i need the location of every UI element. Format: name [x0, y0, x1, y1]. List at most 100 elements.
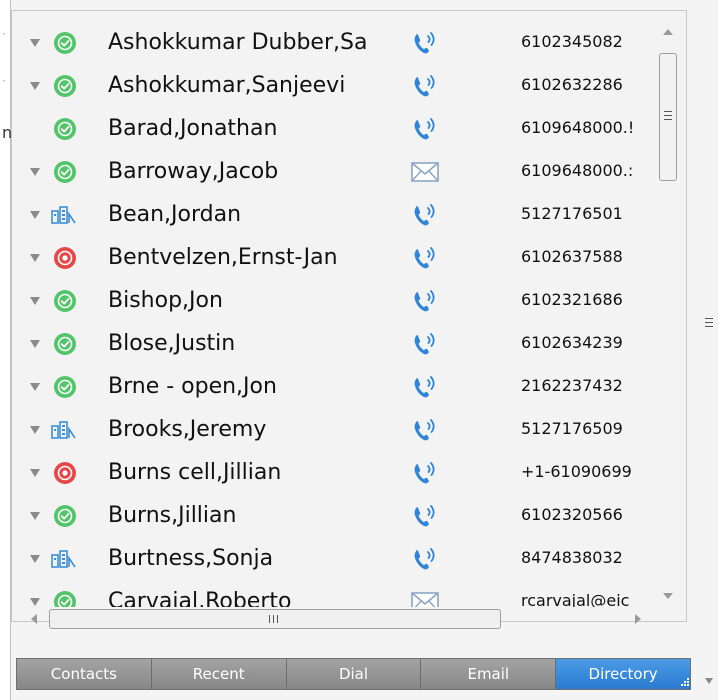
contact-number: 6109648000.! [521, 118, 635, 137]
phone-icon[interactable] [410, 416, 440, 444]
contact-row[interactable]: Ashokkumar Dubber,Sa 6102345082 [12, 21, 668, 64]
do-not-disturb-icon [53, 461, 77, 485]
check-circle-icon [53, 117, 77, 141]
expand-caret-icon[interactable] [30, 555, 40, 563]
vertical-scrollbar[interactable] [657, 21, 679, 606]
contact-number: 6109648000.: [521, 161, 634, 180]
vertical-scroll-thumb[interactable] [659, 53, 677, 181]
contact-name: Burns,Jillian [108, 503, 237, 528]
expand-caret-icon[interactable] [30, 598, 40, 606]
contact-name: Barad,Jonathan [108, 116, 278, 141]
do-not-disturb-icon [53, 246, 77, 270]
resize-grip-icon[interactable] [678, 677, 690, 689]
contact-number: 6102345082 [521, 32, 623, 51]
check-circle-icon [53, 31, 77, 55]
splitter-grip-icon[interactable] [705, 318, 713, 330]
tab-directory[interactable]: Directory [556, 659, 690, 689]
contact-number: 6102634239 [521, 333, 623, 352]
expand-caret-icon[interactable] [30, 469, 40, 477]
expand-caret-icon[interactable] [30, 39, 40, 47]
grip-line [277, 615, 278, 623]
phone-icon[interactable] [410, 330, 440, 358]
check-circle-icon [53, 332, 77, 356]
check-circle-icon [53, 590, 77, 607]
scroll-left-arrow-icon[interactable] [31, 614, 37, 624]
phone-icon[interactable] [410, 502, 440, 530]
scroll-up-arrow-icon[interactable] [663, 29, 673, 35]
expand-caret-icon[interactable] [30, 82, 40, 90]
expand-caret-icon[interactable] [30, 254, 40, 262]
contact-name: Bentvelzen,Ernst-Jan [108, 245, 338, 270]
scroll-down-arrow-icon[interactable] [663, 593, 673, 599]
phone-icon[interactable] [410, 287, 440, 315]
contact-row[interactable]: Burns,Jillian 6102320566 [12, 494, 668, 537]
grip-line [273, 615, 274, 623]
expand-caret-icon[interactable] [30, 512, 40, 520]
contact-row[interactable]: Burtness,Sonja 8474838032 [12, 537, 668, 580]
tab-email[interactable]: Email [421, 659, 557, 689]
background-window-edge [0, 0, 10, 700]
contact-number: 5127176501 [521, 204, 623, 223]
grip-line [269, 615, 270, 623]
contact-name: Blose,Justin [108, 331, 236, 356]
directory-people-icon [50, 203, 76, 227]
contact-name: Bean,Jordan [108, 202, 242, 227]
contact-row[interactable]: Barad,Jonathan 6109648000.! [12, 107, 668, 150]
envelope-icon[interactable] [410, 588, 440, 607]
contact-row[interactable]: Barroway,Jacob 6109648000.: [12, 150, 668, 193]
bottom-tab-bar: Contacts Recent Dial Email Directory [16, 658, 691, 690]
grip-line [664, 119, 672, 120]
contact-name: Brne - open,Jon [108, 374, 277, 399]
contact-row[interactable]: Bean,Jordan 5127176501 [12, 193, 668, 236]
expand-caret-icon[interactable] [30, 383, 40, 391]
contact-row[interactable]: Blose,Justin 6102634239 [12, 322, 668, 365]
contact-number: 6102637588 [521, 247, 623, 266]
contact-row[interactable]: Bentvelzen,Ernst-Jan 6102637588 [12, 236, 668, 279]
contact-row[interactable]: Burns cell,Jillian +1-61090699 [12, 451, 668, 494]
expand-caret-icon[interactable] [30, 168, 40, 176]
phone-icon[interactable] [410, 459, 440, 487]
expand-caret-icon[interactable] [30, 211, 40, 219]
tab-contacts[interactable]: Contacts [17, 659, 152, 689]
contact-number: 5127176509 [521, 419, 623, 438]
contact-row[interactable]: Carvajal,Roberto rcarvajal@eic [12, 580, 668, 607]
phone-icon[interactable] [410, 545, 440, 573]
contact-name: Brooks,Jeremy [108, 417, 267, 442]
expand-caret-icon[interactable] [30, 426, 40, 434]
grip-line [664, 115, 672, 116]
contact-number: 6102320566 [521, 505, 623, 524]
contact-name: Carvajal,Roberto [108, 589, 292, 607]
phone-icon[interactable] [410, 115, 440, 143]
contact-row[interactable]: Ashokkumar,Sanjeevi 6102632286 [12, 64, 668, 107]
phone-icon[interactable] [410, 29, 440, 57]
contact-name: Ashokkumar Dubber,Sa [108, 30, 368, 55]
background-fragment: · [2, 74, 6, 88]
tab-dial[interactable]: Dial [286, 659, 422, 689]
contact-number: 6102632286 [521, 75, 623, 94]
contact-name: Bishop,Jon [108, 288, 223, 313]
check-circle-icon [53, 375, 77, 399]
expand-caret-icon[interactable] [30, 340, 40, 348]
tab-recent[interactable]: Recent [151, 659, 287, 689]
horizontal-scroll-thumb[interactable] [49, 609, 501, 629]
contact-row[interactable]: Brne - open,Jon 2162237432 [12, 365, 668, 408]
outer-scroll-down-arrow-icon[interactable] [705, 678, 713, 684]
check-circle-icon [53, 74, 77, 98]
directory-panel: Ashokkumar Dubber,Sa 6102345082 Ashokkumar… [11, 10, 687, 629]
contact-list[interactable]: Ashokkumar Dubber,Sa 6102345082 Ashokkumar… [12, 11, 668, 607]
horizontal-scrollbar[interactable] [23, 607, 671, 631]
phone-icon[interactable] [410, 373, 440, 401]
contact-number: 8474838032 [521, 548, 623, 567]
expand-caret-icon[interactable] [30, 297, 40, 305]
contact-row[interactable]: Bishop,Jon 6102321686 [12, 279, 668, 322]
phone-icon[interactable] [410, 244, 440, 272]
scroll-right-arrow-icon[interactable] [635, 614, 641, 624]
check-circle-icon [53, 504, 77, 528]
envelope-icon[interactable] [410, 158, 440, 186]
grip-line [664, 111, 672, 112]
contact-row[interactable]: Brooks,Jeremy 5127176509 [12, 408, 668, 451]
phone-icon[interactable] [410, 201, 440, 229]
contact-number: +1-61090699 [521, 462, 632, 481]
phone-icon[interactable] [410, 72, 440, 100]
contact-number: 2162237432 [521, 376, 623, 395]
